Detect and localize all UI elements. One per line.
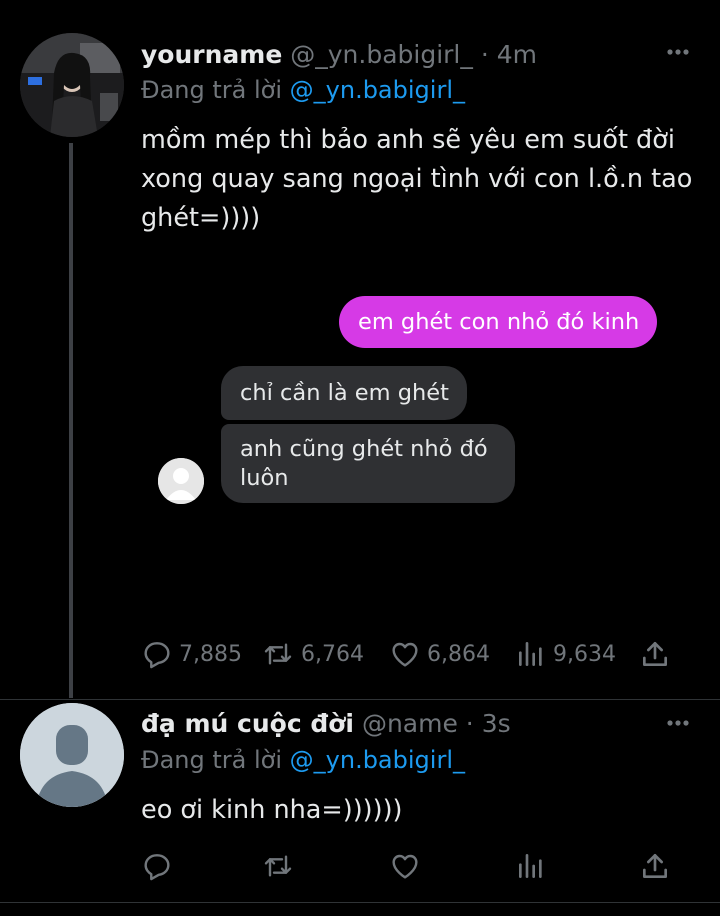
replying-prefix: Đang trả lời <box>141 746 283 774</box>
replying-prefix: Đang trả lời <box>141 76 283 104</box>
like-count: 6,864 <box>427 641 490 667</box>
timestamp[interactable]: 3s <box>482 709 511 738</box>
retweet-button[interactable]: 6,764 <box>261 636 364 672</box>
more-button[interactable] <box>664 38 692 66</box>
reply-icon <box>144 854 170 881</box>
chat-bubble-received: chỉ cần là em ghét <box>221 366 467 420</box>
replying-mention-link[interactable]: @_yn.babigirl_ <box>290 76 465 104</box>
reply-count: 7,885 <box>179 641 242 667</box>
tweet-reply: đạ mú cuộc đời @name · 3s Đang trả lời @… <box>0 700 720 916</box>
views-button[interactable] <box>515 848 547 884</box>
action-bar: 7,885 6,764 6,864 9,634 <box>141 636 686 672</box>
separator-dot: · <box>465 709 474 738</box>
like-button[interactable] <box>389 848 421 884</box>
separator-dot: · <box>480 40 489 69</box>
heart-icon <box>392 642 418 667</box>
chat-bubble-sent: em ghét con nhỏ đó kinh <box>339 296 657 348</box>
more-horizontal-icon <box>667 720 689 726</box>
default-avatar-icon <box>158 458 204 504</box>
share-icon <box>643 642 667 666</box>
retweet-count: 6,764 <box>301 641 364 667</box>
avatar[interactable] <box>20 33 124 137</box>
tweet-header: đạ mú cuộc đời @name · 3s <box>141 709 511 738</box>
chat-bubble-text: em ghét con nhỏ đó kinh <box>358 308 640 335</box>
tweet-main: yourname @_yn.babigirl_ · 4m Đang trả lờ… <box>0 0 720 700</box>
share-button[interactable] <box>639 636 671 672</box>
share-button[interactable] <box>639 848 671 884</box>
chat-avatar <box>158 458 204 504</box>
more-horizontal-icon <box>667 49 689 55</box>
default-avatar-icon <box>20 703 124 807</box>
tweet-text: mồm mép thì bảo anh sẽ yêu em suốt đời x… <box>141 125 693 233</box>
reply-icon <box>144 642 170 669</box>
chat-bubble-text: chỉ cần là em ghét <box>240 379 449 406</box>
user-handle[interactable]: @name <box>362 709 458 738</box>
thread-line <box>69 143 73 698</box>
avatar[interactable] <box>20 703 124 807</box>
tweet-header: yourname @_yn.babigirl_ · 4m <box>141 40 537 69</box>
more-button[interactable] <box>664 709 692 737</box>
chat-bubble-received: anh cũng ghét nhỏ đó luôn <box>221 424 515 503</box>
views-button[interactable]: 9,634 <box>515 636 616 672</box>
retweet-icon <box>264 643 292 665</box>
like-button[interactable]: 6,864 <box>389 636 490 672</box>
user-handle[interactable]: @_yn.babigirl_ <box>290 40 473 69</box>
replying-to: Đang trả lời @_yn.babigirl_ <box>141 76 465 104</box>
chat-bubble-text: anh cũng ghét nhỏ đó luôn <box>240 436 488 491</box>
reply-button[interactable] <box>141 848 173 884</box>
reply-button[interactable]: 7,885 <box>141 636 242 672</box>
action-bar <box>141 848 686 884</box>
retweet-button[interactable] <box>261 848 295 884</box>
share-icon <box>643 854 667 878</box>
replying-to: Đang trả lời @_yn.babigirl_ <box>141 746 465 774</box>
replying-mention-link[interactable]: @_yn.babigirl_ <box>290 746 465 774</box>
display-name[interactable]: đạ mú cuộc đời <box>141 709 354 738</box>
retweet-icon <box>264 855 292 877</box>
views-chart-icon <box>519 854 542 878</box>
views-chart-icon <box>519 642 542 666</box>
display-name[interactable]: yourname <box>141 40 282 69</box>
views-count: 9,634 <box>553 641 616 667</box>
tweet-divider <box>0 902 720 903</box>
tweet-text: eo ơi kinh nha=)))))) <box>141 795 403 825</box>
timestamp[interactable]: 4m <box>497 40 537 69</box>
heart-icon <box>392 854 418 879</box>
